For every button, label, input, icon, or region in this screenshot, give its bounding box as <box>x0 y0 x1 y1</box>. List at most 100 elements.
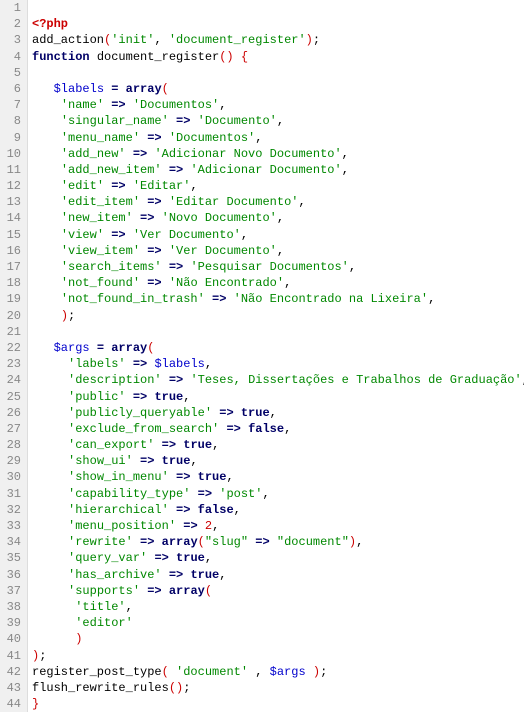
token-str: 'has_archive' <box>68 568 162 582</box>
token-plain <box>162 163 169 177</box>
token-plain: ; <box>313 33 320 47</box>
code-line: 'view' => 'Ver Documento', <box>32 227 524 243</box>
token-str: 'add_new_item' <box>61 163 162 177</box>
code-line: ) <box>32 631 524 647</box>
token-plain <box>32 503 68 517</box>
token-var: $args <box>270 665 306 679</box>
token-plain <box>226 292 233 306</box>
token-str: 'rewrite' <box>68 535 133 549</box>
token-plain: , <box>212 519 219 533</box>
token-op: => <box>162 438 176 452</box>
token-plain <box>32 519 68 533</box>
token-plain <box>32 195 61 209</box>
token-plain <box>162 131 169 145</box>
token-op: => <box>140 454 154 468</box>
token-plain <box>32 438 68 452</box>
token-plain <box>162 584 169 598</box>
token-op: => <box>226 422 240 436</box>
code-line: 'add_new' => 'Adicionar Novo Documento', <box>32 146 524 162</box>
token-plain <box>205 292 212 306</box>
token-str: 'Não Encontrado' <box>169 276 284 290</box>
token-str: 'Editar' <box>133 179 191 193</box>
code-editor: 1234567891011121314151617181920212223242… <box>0 0 524 712</box>
token-bool: true <box>154 390 183 404</box>
token-plain <box>32 568 68 582</box>
token-plain: , <box>190 179 197 193</box>
token-plain: , <box>270 406 277 420</box>
line-number: 40 <box>4 631 21 647</box>
token-plain <box>126 179 133 193</box>
line-number: 34 <box>4 534 21 550</box>
token-str: 'Documentos' <box>133 98 219 112</box>
token-plain <box>32 114 61 128</box>
token-plain <box>126 147 133 161</box>
token-fn: document_register <box>97 50 219 64</box>
code-line: 'has_archive' => true, <box>32 567 524 583</box>
token-plain <box>32 292 61 306</box>
token-str: "document" <box>277 535 349 549</box>
token-str: 'Teses, Dissertações e Trabalhos de Grad… <box>190 373 521 387</box>
token-paren: ( <box>162 665 169 679</box>
code-line <box>32 0 524 16</box>
token-op: => <box>183 519 197 533</box>
token-str: 'add_new' <box>61 147 126 161</box>
line-number: 17 <box>4 259 21 275</box>
token-str: 'publicly_queryable' <box>68 406 212 420</box>
token-op: => <box>169 163 183 177</box>
code-line: $labels = array( <box>32 81 524 97</box>
token-plain: , <box>262 487 269 501</box>
token-str: 'supports' <box>68 584 140 598</box>
line-number: 20 <box>4 308 21 324</box>
token-op: => <box>133 390 147 404</box>
line-number: 26 <box>4 405 21 421</box>
line-number: 44 <box>4 696 21 712</box>
token-plain <box>32 260 61 274</box>
token-plain: , <box>212 438 219 452</box>
line-number: 12 <box>4 178 21 194</box>
token-plain: , <box>255 131 262 145</box>
token-paren: () <box>169 681 183 695</box>
token-plain <box>32 147 61 161</box>
token-paren: ) <box>75 632 82 646</box>
token-op: => <box>219 406 233 420</box>
line-number: 18 <box>4 275 21 291</box>
token-plain <box>90 50 97 64</box>
code-line: } <box>32 696 524 712</box>
code-line: <?php <box>32 16 524 32</box>
line-number: 7 <box>4 97 21 113</box>
code-line: 'publicly_queryable' => true, <box>32 405 524 421</box>
line-number: 14 <box>4 210 21 226</box>
code-line: ); <box>32 648 524 664</box>
token-bool: true <box>198 470 227 484</box>
token-plain <box>32 454 68 468</box>
token-str: 'Documentos' <box>169 131 255 145</box>
code-line: 'capability_type' => 'post', <box>32 486 524 502</box>
token-plain: ; <box>39 649 46 663</box>
token-bool: true <box>183 438 212 452</box>
token-str: 'singular_name' <box>61 114 169 128</box>
token-str: 'query_var' <box>68 551 147 565</box>
token-bool: true <box>241 406 270 420</box>
code-line: 'can_export' => true, <box>32 437 524 453</box>
token-plain <box>32 390 68 404</box>
token-str: 'name' <box>61 98 104 112</box>
token-op: => <box>147 244 161 258</box>
token-str: 'show_in_menu' <box>68 470 169 484</box>
token-plain <box>32 131 61 145</box>
code-line: 'add_new_item' => 'Adicionar Documento', <box>32 162 524 178</box>
token-plain: , <box>126 600 133 614</box>
token-op: => <box>176 114 190 128</box>
token-plain: , <box>248 665 270 679</box>
token-fn: register_post_type <box>32 665 162 679</box>
token-plain <box>126 390 133 404</box>
token-plain <box>198 519 205 533</box>
token-str: 'view' <box>61 228 104 242</box>
token-op: = <box>97 341 104 355</box>
token-plain: , <box>219 568 226 582</box>
code-line: 'view_item' => 'Ver Documento', <box>32 243 524 259</box>
token-bool: false <box>248 422 284 436</box>
line-number: 28 <box>4 437 21 453</box>
token-bool: true <box>190 568 219 582</box>
token-str: 'public' <box>68 390 126 404</box>
token-plain <box>154 535 161 549</box>
